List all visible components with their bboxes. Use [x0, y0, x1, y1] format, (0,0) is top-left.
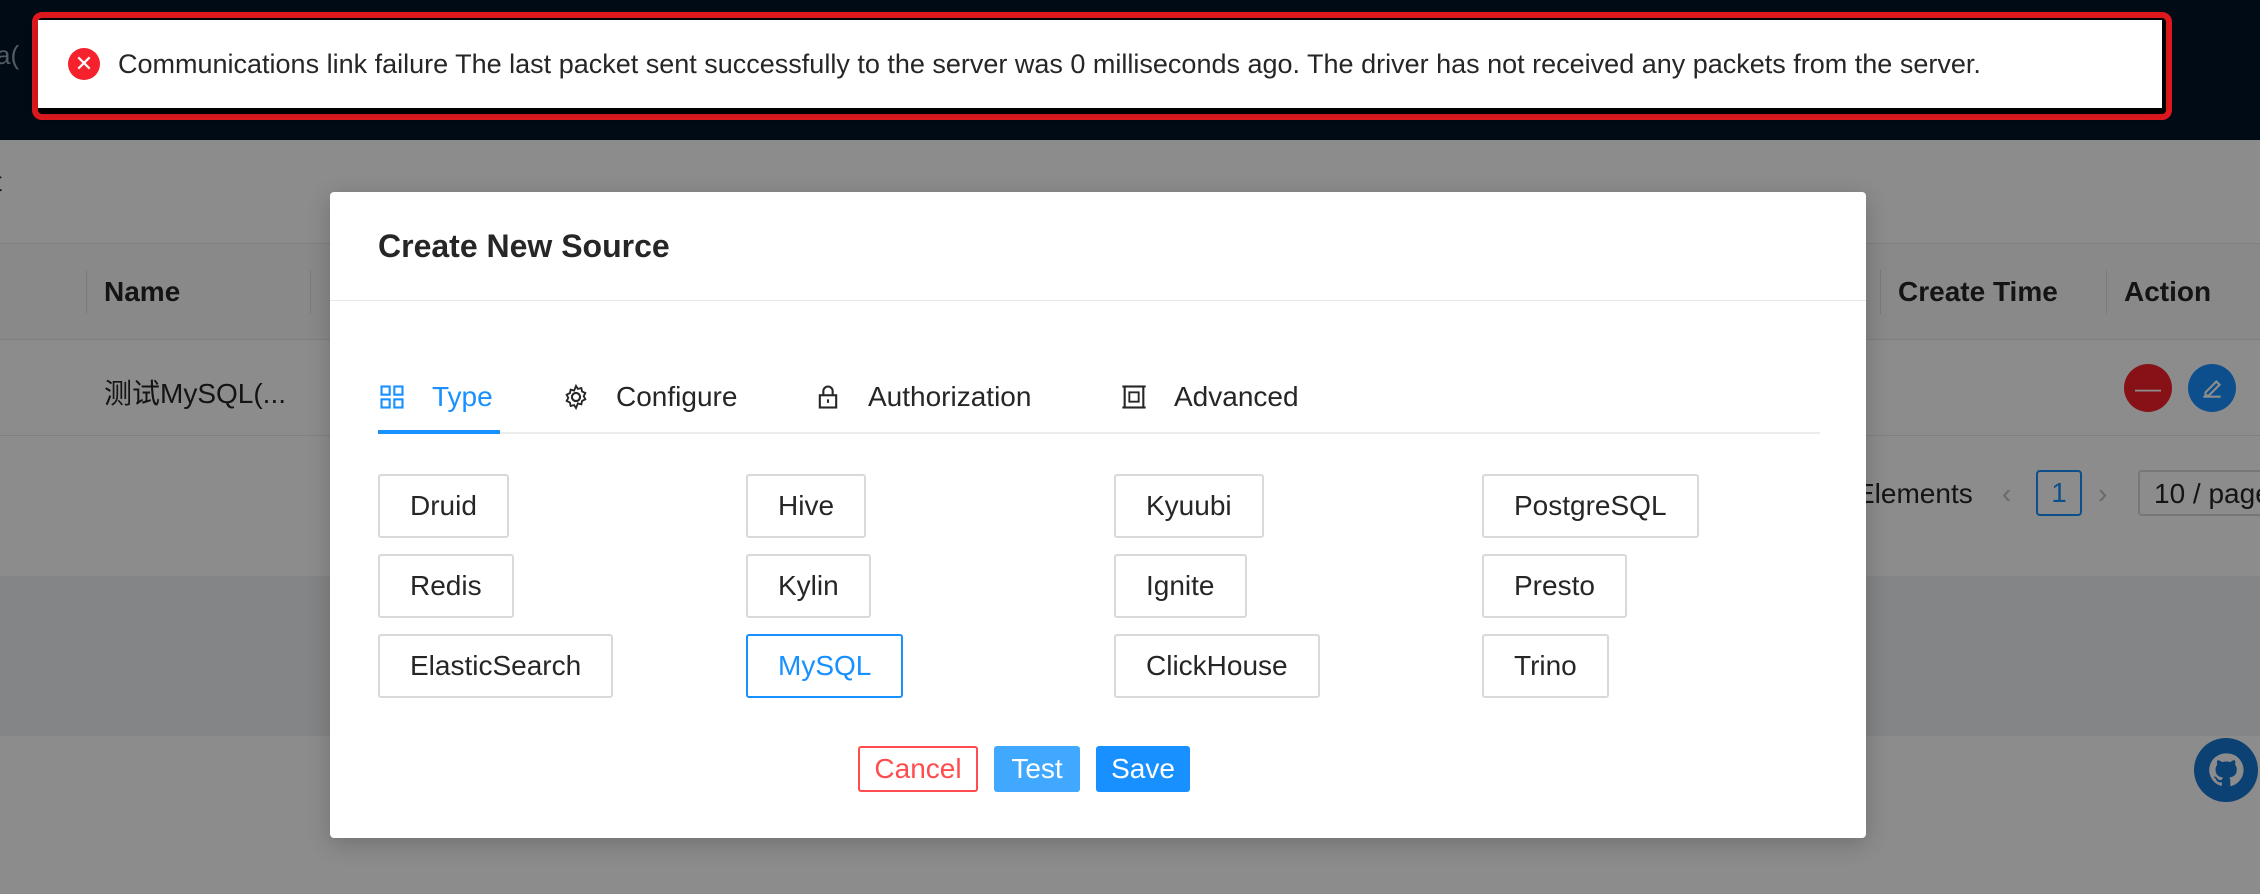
tab-type-label: Type: [432, 381, 493, 412]
error-toast: ✕ Communications link failure The last p…: [38, 20, 2162, 108]
test-connection-button[interactable]: Test: [994, 746, 1080, 792]
source-type-kyuubi[interactable]: Kyuubi: [1114, 474, 1264, 538]
grid-icon: [380, 385, 404, 409]
lock-icon: [818, 385, 838, 409]
gear-icon: [565, 383, 587, 411]
tab-advanced[interactable]: Advanced: [1120, 360, 1299, 434]
source-type-ignite[interactable]: Ignite: [1114, 554, 1247, 618]
source-type-trino[interactable]: Trino: [1482, 634, 1609, 698]
source-type-druid[interactable]: Druid: [378, 474, 509, 538]
advanced-icon: [1122, 385, 1146, 409]
active-tab-indicator: [378, 430, 500, 434]
source-type-kylin[interactable]: Kylin: [746, 554, 871, 618]
tab-advanced-label: Advanced: [1174, 381, 1299, 412]
source-type-postgresql[interactable]: PostgreSQL: [1482, 474, 1699, 538]
modal-header: Create New Source: [330, 192, 1866, 301]
source-type-elasticsearch[interactable]: ElasticSearch: [378, 634, 614, 698]
source-type-clickhouse[interactable]: ClickHouse: [1114, 634, 1320, 698]
create-source-modal: Create New Source Type Configure Authori…: [330, 192, 1866, 838]
source-type-presto[interactable]: Presto: [1482, 554, 1627, 618]
save-button[interactable]: Save: [1096, 746, 1190, 792]
source-type-mysql[interactable]: MySQL: [746, 634, 904, 698]
tab-authorization[interactable]: Authorization: [814, 360, 1031, 434]
error-close-circle-icon: ✕: [68, 48, 100, 80]
tab-configure-label: Configure: [616, 381, 738, 412]
tab-configure[interactable]: Configure: [562, 360, 737, 434]
modal-title: Create New Source: [378, 228, 670, 264]
toast-message: Communications link failure The last pac…: [118, 48, 1981, 79]
tab-type[interactable]: Type: [378, 360, 493, 434]
source-steps-tabs: Type Configure Authorization Advanced: [378, 360, 1820, 434]
cancel-button[interactable]: Cancel: [858, 746, 978, 792]
source-type-redis[interactable]: Redis: [378, 554, 514, 618]
tab-authorization-label: Authorization: [868, 381, 1032, 412]
source-type-hive[interactable]: Hive: [746, 474, 867, 538]
